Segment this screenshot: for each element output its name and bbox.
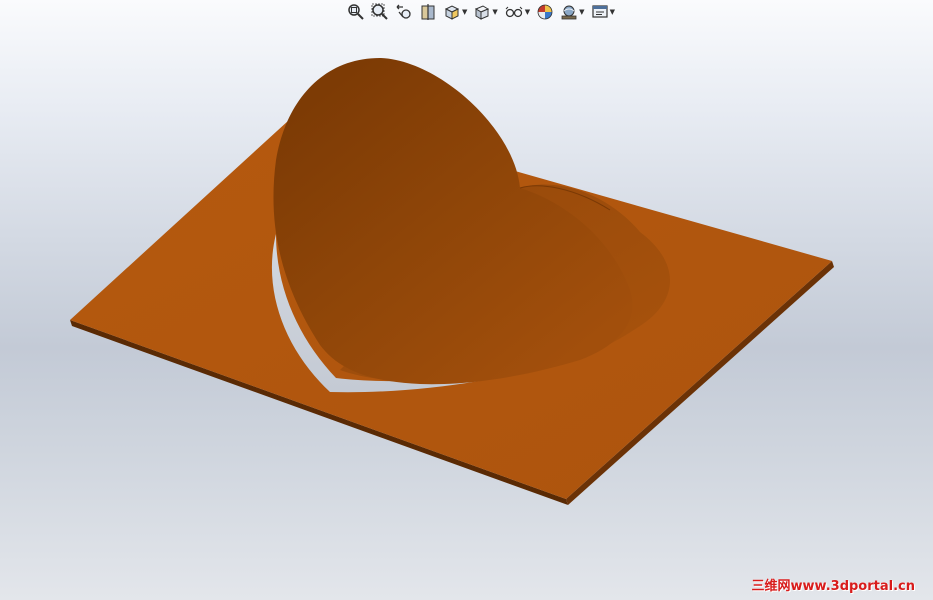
previous-view-button[interactable] — [393, 1, 415, 23]
zoom-to-area-icon — [371, 3, 388, 20]
hide-show-items-icon — [505, 6, 523, 18]
chevron-down-icon: ▼ — [492, 8, 498, 16]
apply-scene-button[interactable]: ▼ — [558, 1, 586, 23]
view-orientation-icon — [444, 5, 460, 20]
zoom-to-fit-button[interactable] — [345, 1, 367, 23]
chevron-down-icon: ▼ — [524, 8, 531, 16]
heart-left-lobe[interactable] — [273, 58, 633, 385]
hide-show-items-button[interactable]: ▼ — [502, 1, 532, 23]
chevron-down-icon: ▼ — [462, 8, 468, 16]
watermark-text: 三维网www.3dportal.cn — [751, 579, 915, 594]
chevron-down-icon: ▼ — [609, 8, 615, 16]
edit-appearance-icon — [537, 4, 553, 20]
section-view-button[interactable] — [417, 1, 439, 23]
3d-model[interactable] — [0, 0, 933, 600]
zoom-to-fit-icon — [348, 4, 364, 20]
graphics-viewport[interactable]: ▼ ▼ ▼ ▼ ▼ 三维网www.3dportal.cn — [0, 0, 933, 600]
section-view-icon — [421, 4, 435, 20]
display-style-icon — [475, 5, 490, 20]
view-settings-icon — [591, 5, 608, 18]
view-orientation-button[interactable]: ▼ — [441, 1, 469, 23]
edit-appearance-button[interactable] — [534, 1, 556, 23]
view-settings-button[interactable]: ▼ — [589, 1, 617, 23]
previous-view-icon — [396, 4, 411, 19]
heads-up-view-toolbar: ▼ ▼ ▼ ▼ ▼ — [345, 0, 617, 24]
display-style-button[interactable]: ▼ — [471, 1, 499, 23]
apply-scene-icon — [561, 5, 577, 20]
chevron-down-icon: ▼ — [579, 8, 585, 16]
zoom-to-area-button[interactable] — [369, 1, 391, 23]
